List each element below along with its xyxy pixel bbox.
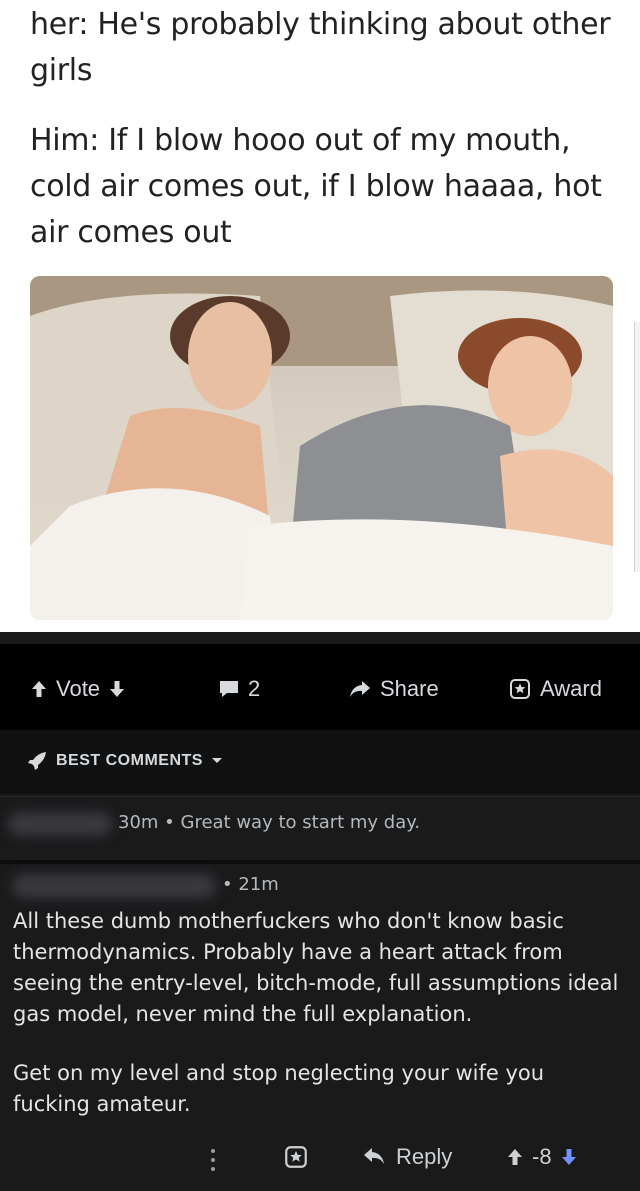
share-button[interactable]: Share — [348, 674, 439, 704]
vote-control: Vote — [30, 674, 126, 704]
award-label: Award — [540, 676, 602, 701]
vote-label: Vote — [56, 676, 101, 701]
comment-actions: Reply -8 — [0, 1136, 640, 1184]
meme-image[interactable]: her: He's probably thinking about other … — [0, 0, 640, 632]
chevron-down-icon — [211, 758, 222, 763]
meme-photo — [30, 276, 613, 620]
comment-vote-control: -8 — [506, 1144, 578, 1170]
comment-timestamp: • 21m — [222, 874, 279, 895]
share-arrow-icon — [350, 681, 370, 697]
share-label: Share — [380, 676, 439, 701]
comments-button[interactable]: 2 — [218, 674, 260, 704]
downvote-arrow-icon[interactable] — [108, 679, 126, 699]
scrollbar[interactable] — [634, 322, 640, 572]
meme-caption-her: her: He's probably thinking about other … — [30, 7, 611, 88]
upvote-arrow-icon[interactable] — [506, 1147, 524, 1167]
reply-label: Reply — [396, 1144, 453, 1169]
comment-score: -8 — [532, 1144, 552, 1169]
couple-in-bed-illustration — [30, 276, 613, 620]
sort-label: BEST COMMENTS — [56, 752, 203, 769]
comment-bubble-icon — [220, 681, 238, 697]
reply-arrow-icon — [364, 1148, 384, 1164]
redacted-username — [8, 812, 112, 836]
reply-button[interactable]: Reply — [362, 1144, 452, 1170]
comment-count: 2 — [248, 676, 261, 701]
comment-body-paragraph: Get on my level and stop neglecting your… — [13, 1061, 545, 1116]
sort-dropdown[interactable]: BEST COMMENTS — [26, 750, 223, 772]
more-options-icon[interactable] — [210, 1146, 216, 1176]
award-icon[interactable] — [283, 1144, 309, 1176]
upvote-arrow-icon[interactable] — [30, 679, 48, 699]
meme-caption-him: Him: If I blow hooo out of my mouth, col… — [30, 123, 602, 250]
downvote-arrow-icon[interactable] — [560, 1147, 578, 1167]
comment-meta: 30m • Great way to start my day. — [118, 812, 421, 833]
redacted-username — [12, 874, 216, 898]
comment-body-paragraph: All these dumb motherfuckers who don't k… — [13, 909, 619, 1026]
award-icon — [510, 679, 530, 699]
rocket-icon — [28, 752, 46, 770]
post-toolbar: Vote 2 Share Award — [0, 644, 640, 730]
award-button[interactable]: Award — [508, 674, 602, 704]
